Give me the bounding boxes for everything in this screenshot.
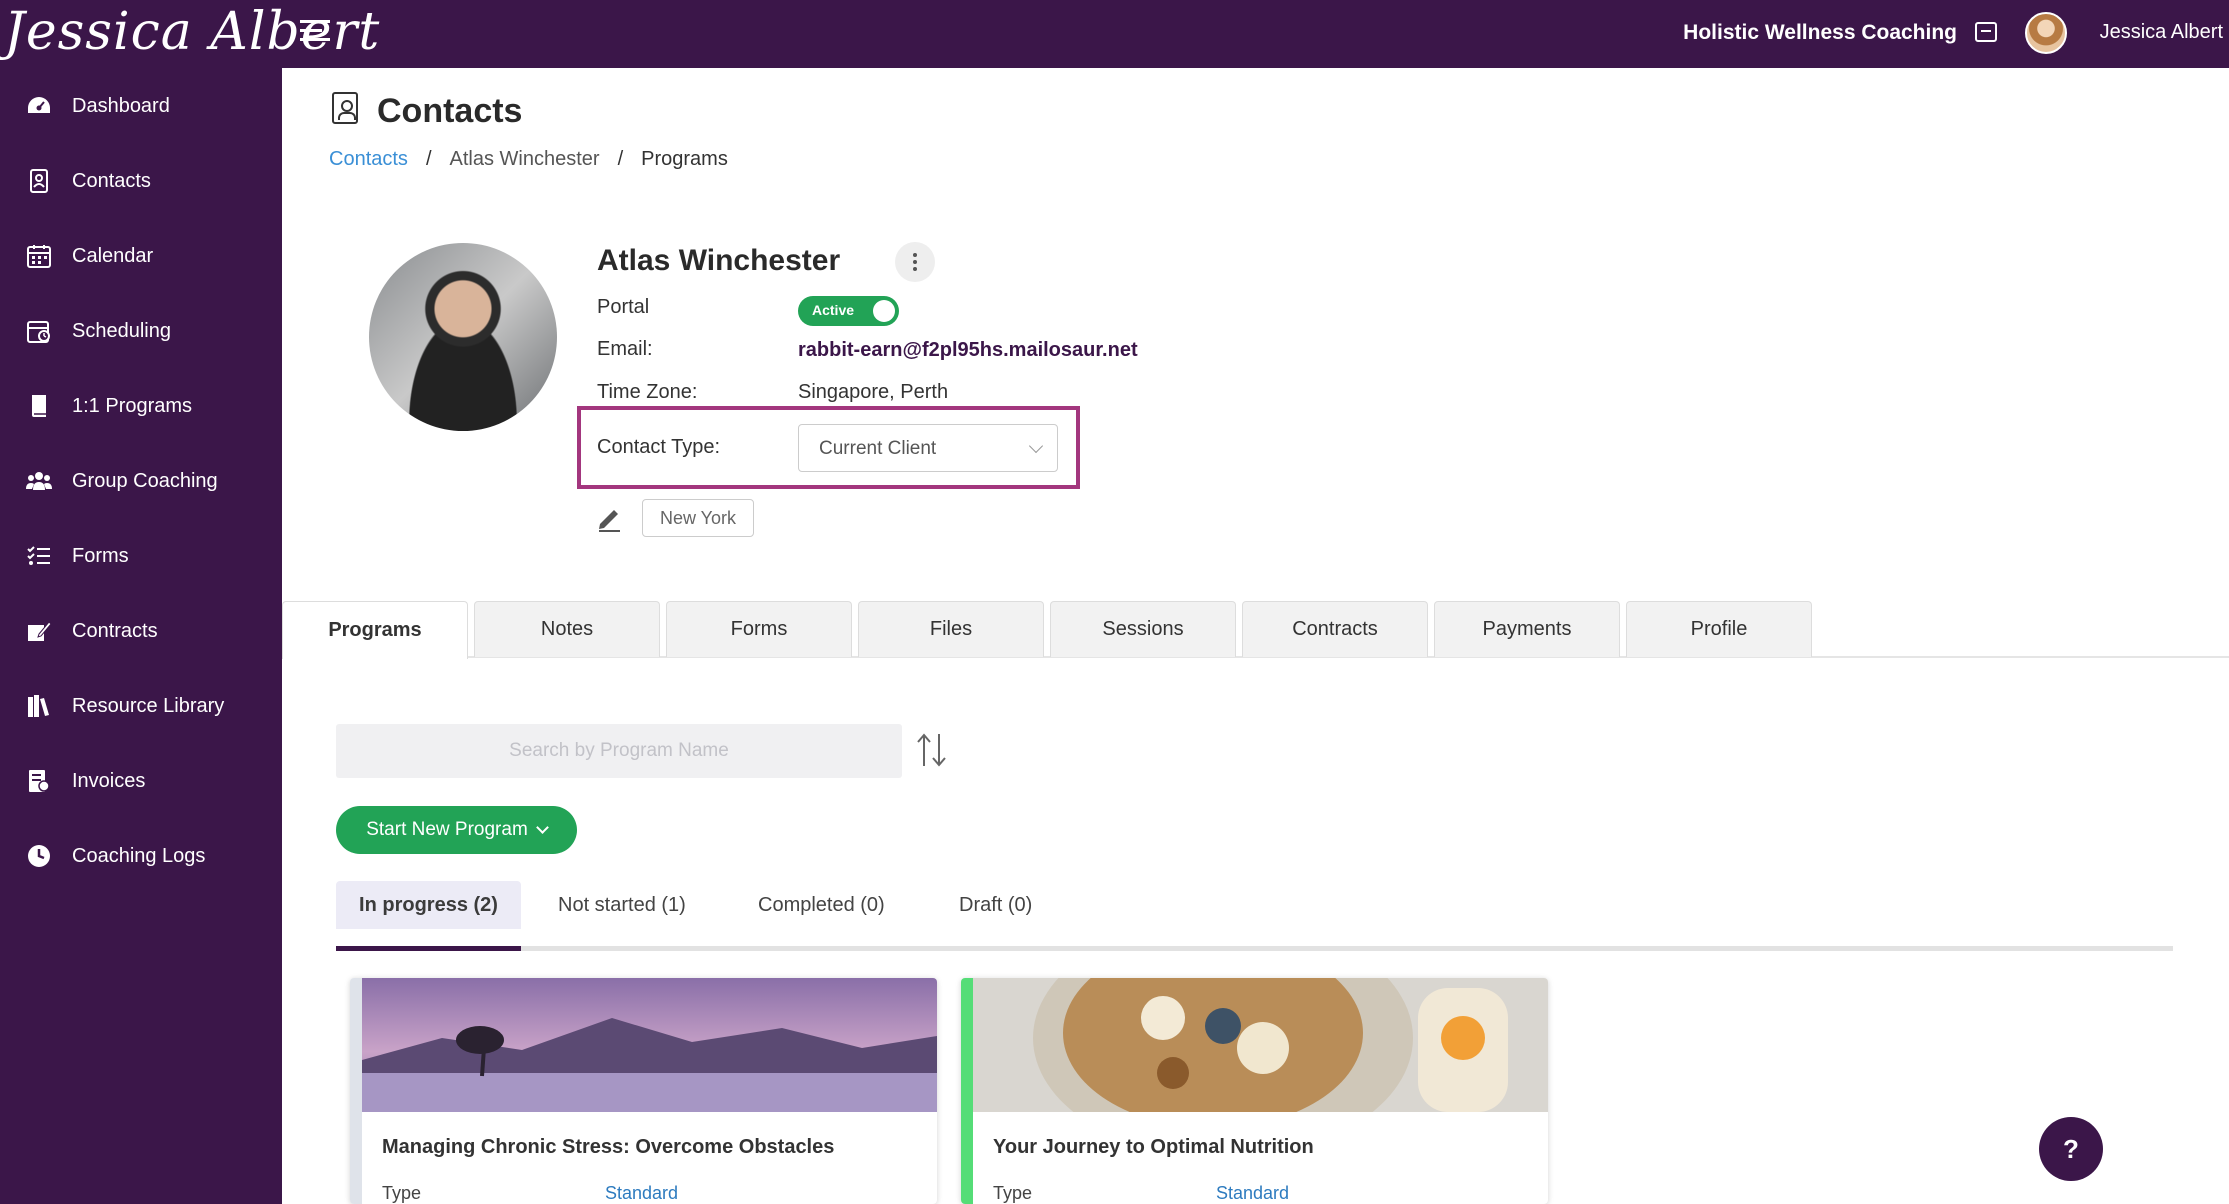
contact-type-value: Current Client	[819, 438, 937, 459]
sidebar-item-label: Coaching Logs	[72, 844, 206, 867]
sidebar-item-calendar[interactable]: Calendar	[0, 226, 282, 286]
tab-contracts[interactable]: Contracts	[1242, 601, 1428, 657]
more-options-icon[interactable]	[895, 242, 935, 282]
sort-icon[interactable]	[914, 730, 950, 770]
tab-sessions[interactable]: Sessions	[1050, 601, 1236, 657]
sidebar-item-label: Group Coaching	[72, 469, 218, 492]
program-card[interactable]: Managing Chronic Stress: Overcome Obstac…	[350, 978, 937, 1204]
portal-status: Active	[812, 302, 855, 318]
top-bar: Jessica Albert Holistic Wellness Coachin…	[0, 0, 2229, 68]
program-card-type-label: Type	[993, 1183, 1033, 1203]
program-card[interactable]: Your Journey to Optimal Nutrition Type S…	[961, 978, 1548, 1204]
menu-toggle-icon[interactable]	[300, 20, 330, 48]
program-card-type-label: Type	[382, 1183, 422, 1203]
sidebar-item-label: 1:1 Programs	[72, 394, 193, 417]
dashboard-icon	[26, 93, 52, 119]
program-card-title: Your Journey to Optimal Nutrition	[993, 1136, 1314, 1158]
sidebar-item-group-coaching[interactable]: Group Coaching	[0, 451, 282, 511]
sidebar-item-resource-library[interactable]: Resource Library	[0, 676, 282, 736]
breadcrumb-contacts-link[interactable]: Contacts	[329, 148, 408, 171]
status-tab-completed[interactable]: Completed (0)	[758, 881, 885, 929]
toggle-knob	[873, 300, 895, 322]
sidebar-item-label: Contacts	[72, 169, 151, 192]
sidebar-item-contracts[interactable]: Contracts	[0, 601, 282, 661]
status-tab-draft[interactable]: Draft (0)	[959, 881, 1032, 929]
breadcrumb-contact[interactable]: Atlas Winchester	[450, 148, 600, 171]
program-card-type-value: Standard	[1216, 1183, 1290, 1203]
breadcrumb-separator: /	[617, 148, 624, 170]
group-icon	[26, 468, 52, 494]
clock-icon	[26, 843, 52, 869]
book-icon	[26, 393, 52, 419]
program-card-image	[973, 978, 1548, 1112]
breadcrumb-current: Programs	[641, 148, 728, 170]
sidebar-item-label: Invoices	[72, 769, 146, 792]
card-accent	[350, 978, 362, 1204]
contacts-book-icon	[332, 92, 358, 124]
card-accent	[961, 978, 973, 1204]
user-name[interactable]: Jessica Albert	[2100, 21, 2223, 44]
tab-notes[interactable]: Notes	[474, 601, 660, 657]
tab-profile[interactable]: Profile	[1626, 601, 1812, 657]
timezone-label: Time Zone:	[597, 381, 698, 403]
tag-chip: New York	[642, 499, 754, 537]
sidebar-item-label: Dashboard	[72, 94, 170, 117]
email-link[interactable]: rabbit-earn@f2pl95hs.mailosaur.net	[798, 339, 1138, 361]
portal-toggle[interactable]: Active	[798, 296, 899, 326]
help-button[interactable]: ?	[2039, 1117, 2103, 1181]
sidebar: Dashboard Contacts Calendar Scheduling 1…	[0, 68, 282, 1204]
contact-type-select[interactable]: Current Client	[798, 424, 1058, 472]
scheduling-icon	[26, 318, 52, 344]
start-new-program-button[interactable]: Start New Program	[336, 806, 577, 854]
sidebar-item-coaching-logs[interactable]: Coaching Logs	[0, 826, 282, 886]
program-card-title: Managing Chronic Stress: Overcome Obstac…	[382, 1136, 835, 1158]
calendar-icon	[26, 243, 52, 269]
timezone-value: Singapore, Perth	[798, 381, 949, 403]
contract-icon	[26, 618, 52, 644]
sidebar-item-scheduling[interactable]: Scheduling	[0, 301, 282, 361]
tab-programs[interactable]: Programs	[282, 601, 468, 659]
sidebar-item-contacts[interactable]: Contacts	[0, 151, 282, 211]
chevron-down-icon	[535, 821, 549, 834]
sidebar-item-label: Scheduling	[72, 319, 171, 342]
user-avatar[interactable]	[2025, 12, 2067, 54]
page-title: Contacts	[377, 92, 523, 130]
program-card-type-value: Standard	[605, 1183, 679, 1203]
tab-files[interactable]: Files	[858, 601, 1044, 657]
sidebar-item-dashboard[interactable]: Dashboard	[0, 76, 282, 136]
sidebar-item-forms[interactable]: Forms	[0, 526, 282, 586]
sidebar-item-label: Resource Library	[72, 694, 225, 717]
sidebar-item-invoices[interactable]: Invoices	[0, 751, 282, 811]
status-tab-in-progress[interactable]: In progress (2)	[336, 881, 521, 929]
chevron-down-icon	[1028, 438, 1044, 454]
business-name[interactable]: Holistic Wellness Coaching	[1683, 21, 1957, 45]
sidebar-item-label: Forms	[72, 544, 129, 567]
status-tab-not-started[interactable]: Not started (1)	[558, 881, 686, 929]
edit-tags-icon[interactable]	[596, 504, 624, 532]
contacts-icon	[26, 168, 52, 194]
forms-icon	[26, 543, 52, 569]
tab-payments[interactable]: Payments	[1434, 601, 1620, 657]
email-value: rabbit-earn@f2pl95hs.mailosaur.net	[798, 339, 1138, 362]
email-label: Email:	[597, 338, 653, 360]
library-icon	[26, 693, 52, 719]
invoice-icon	[26, 768, 52, 794]
contact-photo	[369, 243, 557, 431]
portal-label: Portal	[597, 296, 650, 318]
tab-forms[interactable]: Forms	[666, 601, 852, 657]
program-card-image	[362, 978, 937, 1112]
start-new-program-label: Start New Program	[366, 819, 528, 840]
sidebar-item-label: Calendar	[72, 244, 154, 267]
status-tabs-track	[336, 946, 2173, 951]
sidebar-item-label: Contracts	[72, 619, 158, 642]
briefcase-icon[interactable]	[1975, 22, 1997, 42]
program-search-input[interactable]	[336, 724, 902, 778]
contact-type-label: Contact Type:	[597, 436, 721, 458]
sidebar-item-1-1-programs[interactable]: 1:1 Programs	[0, 376, 282, 436]
contact-name: Atlas Winchester	[597, 244, 841, 277]
breadcrumb-separator: /	[425, 148, 432, 170]
status-tab-indicator	[336, 946, 521, 951]
breadcrumb: Contacts / Atlas Winchester / Programs	[329, 148, 728, 171]
